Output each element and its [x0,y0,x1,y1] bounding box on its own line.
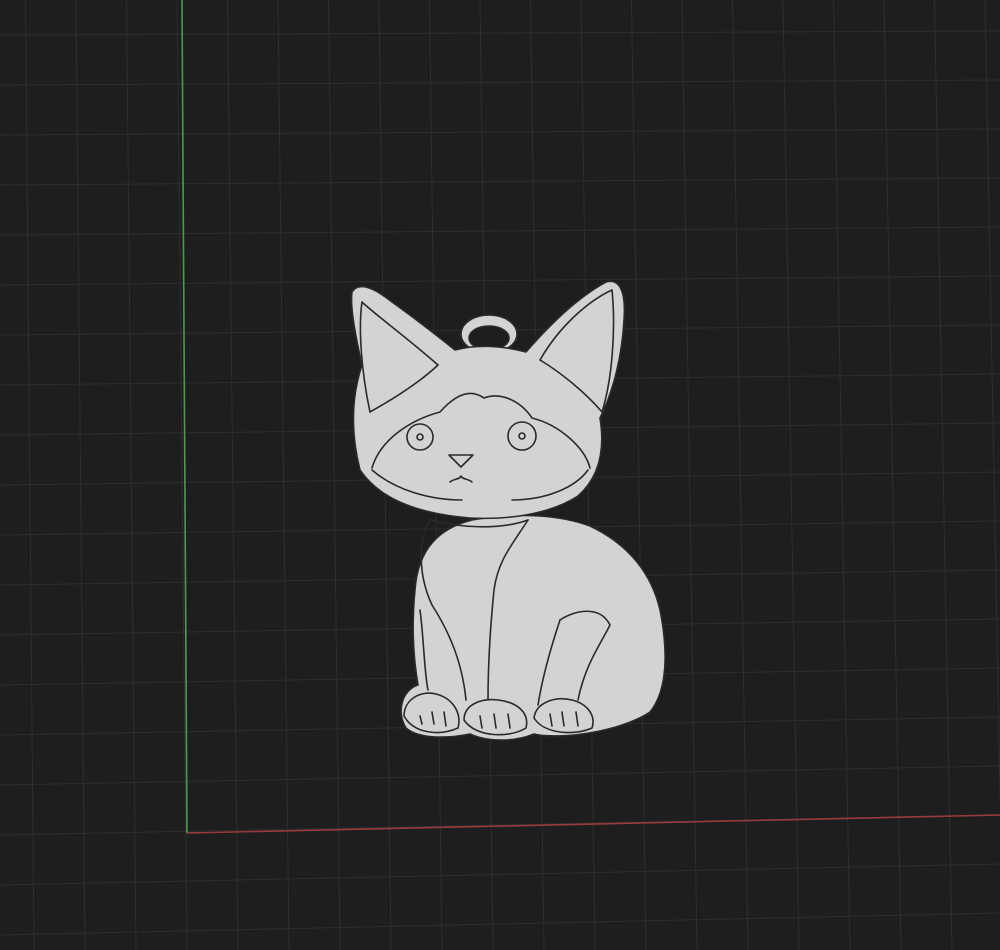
cat-keychain-model[interactable] [0,0,1000,950]
3d-viewport[interactable] [0,0,1000,950]
